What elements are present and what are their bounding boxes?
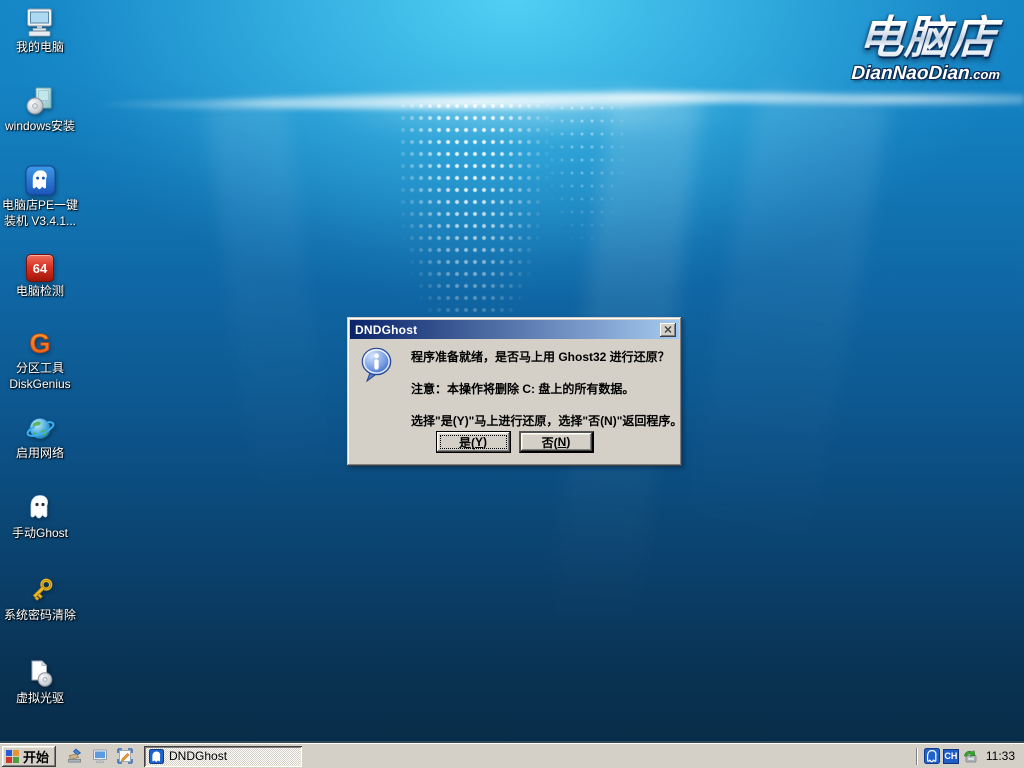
start-label: 开始 (23, 747, 49, 766)
cdrom-document-icon (24, 655, 56, 689)
system-tray: CH 11:33 (916, 744, 1024, 768)
desktop-icon-label: 系统密码清除 (4, 609, 76, 622)
desktop-icon-label: 分区工具 (16, 362, 64, 375)
message-line-1: 程序准备就绪，是否马上用 Ghost32 进行还原？ (411, 348, 673, 365)
dialog-titlebar[interactable]: DNDGhost (350, 320, 679, 339)
desktop-icon-my-computer[interactable]: 我的电脑 (0, 4, 80, 54)
svg-text:G: G (29, 329, 50, 359)
desktop-icon-pc-check[interactable]: 64 电脑检测 (0, 248, 80, 298)
start-logo-icon (6, 750, 19, 763)
tray-language-indicator[interactable]: CH (943, 748, 959, 764)
display-settings-icon[interactable] (117, 748, 133, 764)
message-line-2: 注意：本操作将删除 C: 盘上的所有数据。 (411, 380, 673, 397)
pe-ghost-icon (25, 162, 56, 196)
tray-dndghost-icon[interactable] (924, 748, 940, 764)
tray-safely-remove-icon[interactable] (962, 748, 978, 764)
aida64-icon: 64 (26, 248, 54, 282)
desktop-icon-label: windows安装 (5, 120, 75, 133)
logo-title: 电脑店 (841, 14, 1014, 62)
desktop-icon-label: 启用网络 (16, 447, 64, 460)
dialog-title: DNDGhost (355, 323, 660, 337)
desktop-icon-label: 电脑检测 (16, 285, 64, 298)
network-globe-icon (25, 410, 56, 444)
desktop-icon-pe-one-key-install[interactable]: 电脑店PE一键 装机 V3.4.1... (0, 162, 80, 228)
desktop-icon-label: 虚拟光驱 (16, 692, 64, 705)
start-button[interactable]: 开始 (2, 746, 56, 767)
desktop-icon-label-line2: DiskGenius (9, 378, 70, 391)
yes-button[interactable]: 是(Y) (436, 431, 511, 453)
diskgenius-icon: G (24, 325, 56, 359)
desktop-icon-windows-install[interactable]: windows安装 (0, 83, 80, 133)
desktop-icon-manual-ghost[interactable]: 手动Ghost (0, 490, 80, 540)
desktop-icon-virtual-cdrom[interactable]: 虚拟光驱 (0, 655, 80, 705)
desktop-icon-enable-network[interactable]: 启用网络 (0, 410, 80, 460)
key-icon (25, 572, 56, 606)
logo-site: DianNaoDian.com (840, 63, 1011, 85)
desktop-icon-label: 手动Ghost (12, 527, 68, 540)
dndghost-icon (149, 749, 164, 764)
desktop-icon-password-clear[interactable]: 系统密码清除 (0, 572, 80, 622)
dialog-body: 程序准备就绪，是否马上用 Ghost32 进行还原？ 注意：本操作将删除 C: … (350, 339, 679, 463)
quick-launch (67, 748, 133, 764)
task-button-label: DNDGhost (169, 749, 227, 763)
desktop-icon-label-line2: 装机 V3.4.1... (4, 215, 76, 228)
show-desktop-icon[interactable] (92, 748, 108, 764)
taskbar: 开始 (0, 743, 1024, 768)
info-icon (360, 347, 393, 385)
message-line-3: 选择"是(Y)"马上进行还原，选择"否(N)"返回程序。 (411, 412, 673, 429)
diannaodian-logo: 电脑店 DianNaoDian.com (840, 14, 1014, 85)
taskbar-button-dndghost[interactable]: DNDGhost (144, 746, 302, 767)
no-button[interactable]: 否(N) (519, 431, 594, 453)
dndghost-dialog: DNDGhost 程序准备就绪，是否马上用 Ghost32 进行还原？ 注意 (347, 317, 682, 466)
desktop-icon-partition-tool[interactable]: G 分区工具 DiskGenius (0, 325, 80, 391)
close-icon[interactable] (660, 323, 676, 337)
taskbar-clock: 11:33 (986, 749, 1015, 763)
cleanup-brush-icon[interactable] (67, 748, 83, 764)
desktop-icon-label: 我的电脑 (16, 41, 64, 54)
windows-install-icon (24, 83, 56, 117)
dialog-buttons: 是(Y) 否(N) (350, 431, 679, 453)
tray-separator (916, 748, 918, 765)
my-computer-icon (24, 4, 56, 38)
desktop-icon-label: 电脑店PE一键 (2, 199, 78, 212)
ghost-icon (24, 490, 56, 524)
dialog-message: 程序准备就绪，是否马上用 Ghost32 进行还原？ 注意：本操作将删除 C: … (411, 348, 673, 444)
